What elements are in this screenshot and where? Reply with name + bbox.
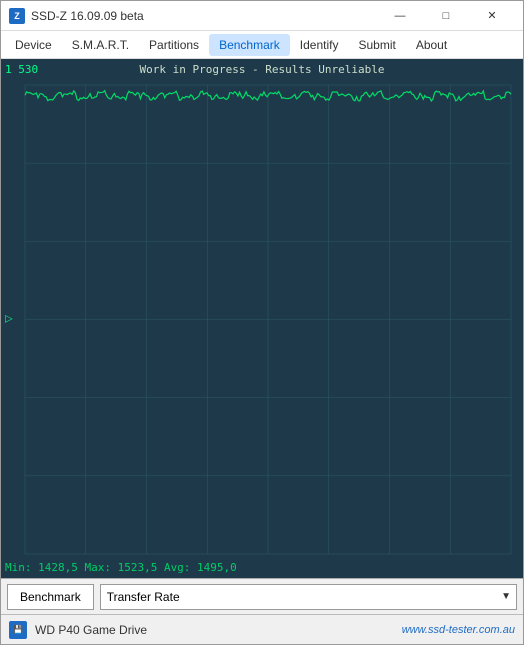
minimize-button[interactable]: — [377,1,423,31]
chart-arrow: ▷ [5,313,13,324]
main-window: Z SSD-Z 16.09.09 beta — □ ✕ Device S.M.A… [0,0,524,645]
dropdown-wrapper: Transfer RateAccess TimeIOPS ▼ [100,584,517,610]
chart-stats: Min: 1428,5 Max: 1523,5 Avg: 1495,0 [5,561,237,574]
menu-item-benchmark[interactable]: Benchmark [209,34,290,56]
menu-bar: Device S.M.A.R.T. Partitions Benchmark I… [1,31,523,59]
benchmark-button[interactable]: Benchmark [7,584,94,610]
bottom-controls: Benchmark Transfer RateAccess TimeIOPS ▼ [1,578,523,614]
title-bar: Z SSD-Z 16.09.09 beta — □ ✕ [1,1,523,31]
chart-top-value: 1 530 [5,63,38,76]
menu-item-submit[interactable]: Submit [348,34,405,56]
device-name: WD P40 Game Drive [35,623,402,637]
menu-item-about[interactable]: About [406,34,457,56]
status-bar: 💾 WD P40 Game Drive www.ssd-tester.com.a… [1,614,523,644]
chart-title: Work in Progress - Results Unreliable [139,63,384,76]
menu-item-identify[interactable]: Identify [290,34,349,56]
device-icon: 💾 [9,621,27,639]
window-controls: — □ ✕ [377,1,515,31]
chart-container: 1 530 Work in Progress - Results Unrelia… [1,59,523,578]
website-url: www.ssd-tester.com.au [402,624,515,636]
menu-item-smart[interactable]: S.M.A.R.T. [62,34,139,56]
close-button[interactable]: ✕ [469,1,515,31]
chart-svg [5,63,519,574]
app-icon: Z [9,8,25,24]
menu-item-device[interactable]: Device [5,34,62,56]
window-title: SSD-Z 16.09.09 beta [31,9,377,23]
maximize-button[interactable]: □ [423,1,469,31]
chart-area: 1 530 Work in Progress - Results Unrelia… [1,59,523,578]
menu-item-partitions[interactable]: Partitions [139,34,209,56]
transfer-type-dropdown[interactable]: Transfer RateAccess TimeIOPS [100,584,517,610]
